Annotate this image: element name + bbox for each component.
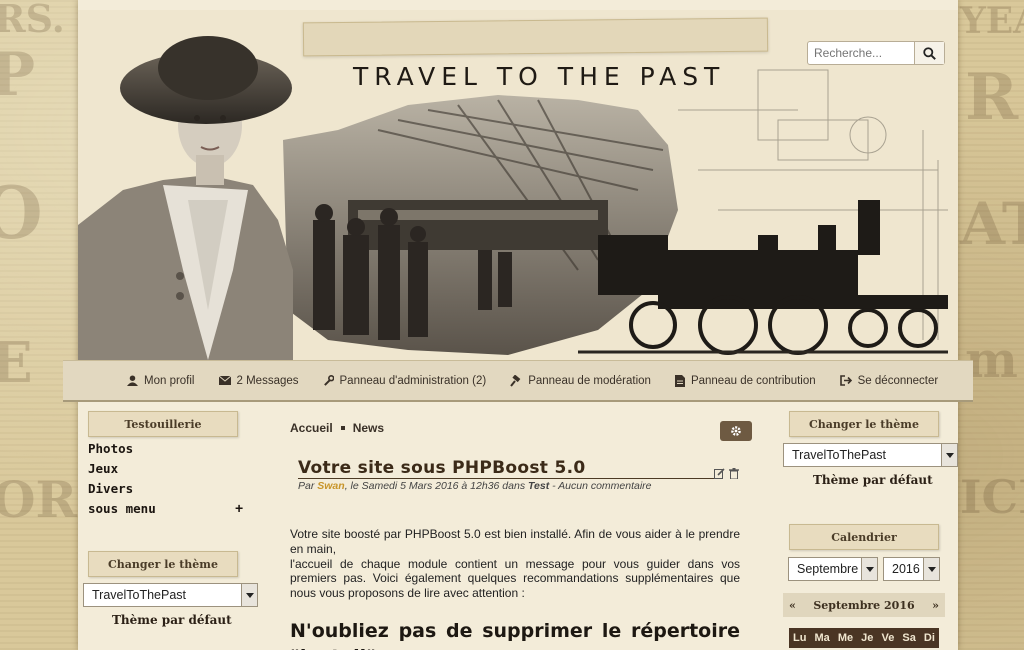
search-box xyxy=(807,41,945,65)
sign-out-icon xyxy=(839,375,852,386)
article-meta: Par Swan, le Samedi 5 Mars 2016 à 12h36 … xyxy=(298,480,652,492)
menu-item-sous-menu[interactable]: sous menu xyxy=(88,501,156,516)
module-settings-button[interactable] xyxy=(720,421,752,441)
article-title[interactable]: Votre site sous PHPBoost 5.0 xyxy=(298,458,585,478)
breadcrumb-home[interactable]: Accueil xyxy=(290,421,333,435)
article-actions xyxy=(714,466,739,484)
meta-date: , le Samedi 5 Mars 2016 à 12h36 dans xyxy=(344,480,528,492)
meta-prefix: Par xyxy=(298,480,318,492)
chevron-down-icon xyxy=(923,558,939,580)
file-icon xyxy=(674,374,685,387)
nav-moderation-panel[interactable]: Panneau de modération xyxy=(510,374,651,387)
search-button[interactable] xyxy=(914,42,944,64)
trash-icon[interactable] xyxy=(729,466,739,484)
background-text: OR xyxy=(0,470,78,529)
background-text: R xyxy=(965,60,1019,135)
expand-submenu-toggle[interactable]: + xyxy=(235,500,243,516)
gear-icon xyxy=(731,426,741,436)
right-theme-title: Changer le thème xyxy=(789,411,939,437)
title-tape xyxy=(302,17,769,57)
weekday-label: Me xyxy=(837,632,854,644)
article-category-link[interactable]: Test xyxy=(528,480,549,492)
calendar-month-select[interactable]: Septembre xyxy=(788,557,878,581)
chevron-down-icon xyxy=(241,584,257,606)
chevron-down-icon xyxy=(941,444,957,466)
left-theme-select[interactable]: TravelToThePast xyxy=(83,583,258,607)
site-header: TRAVEL TO THE PAST xyxy=(78,10,958,360)
nav-logout-label: Se déconnecter xyxy=(857,374,939,387)
left-default-theme-link[interactable]: Thème par défaut xyxy=(112,613,232,627)
chevron-down-icon xyxy=(861,558,877,580)
calendar-header: « Septembre 2016 » xyxy=(783,593,945,617)
weekday-label: Ma xyxy=(814,632,830,644)
background-text: YEA xyxy=(960,0,1024,42)
calendar-year-value: 2016 xyxy=(892,562,920,576)
left-theme-title: Changer le thème xyxy=(88,551,238,577)
nav-contribution-label: Panneau de contribution xyxy=(690,374,816,387)
nav-admin-label: Panneau d'administration (2) xyxy=(339,374,487,387)
left-theme-select-value: TravelToThePast xyxy=(92,588,187,602)
background-text: AT xyxy=(960,190,1024,258)
background-text: P xyxy=(0,40,36,110)
search-icon xyxy=(923,46,936,60)
weekday-label: Ve xyxy=(881,632,895,644)
breadcrumb-separator xyxy=(340,426,345,430)
article-heading: N'oubliez pas de supprimer le répertoire… xyxy=(290,620,740,650)
article-author-link[interactable]: Swan xyxy=(317,480,344,492)
user-navbar: Mon profil 2 Messages Panneau d'administ… xyxy=(63,360,973,402)
calendar-month-label: Septembre 2016 xyxy=(813,598,915,612)
weekday-label: Lu xyxy=(793,632,807,644)
calendar-year-select[interactable]: 2016 xyxy=(883,557,940,581)
calendar-month-value: Septembre xyxy=(797,562,859,576)
background-text: RS. xyxy=(0,0,65,41)
weekday-label: Di xyxy=(923,632,935,644)
breadcrumb-current[interactable]: News xyxy=(353,421,384,435)
meta-comments[interactable]: - Aucun commentaire xyxy=(549,480,651,492)
article-title-rule xyxy=(298,478,716,479)
menu-item-photos[interactable]: Photos xyxy=(88,441,133,456)
right-theme-select[interactable]: TravelToThePast xyxy=(783,443,958,467)
weekday-label: Sa xyxy=(902,632,916,644)
edit-icon[interactable] xyxy=(714,466,725,484)
calendar-prev-button[interactable]: « xyxy=(789,599,796,612)
user-icon xyxy=(127,375,138,386)
calendar-title: Calendrier xyxy=(789,524,939,550)
nav-profile-label: Mon profil xyxy=(144,374,195,387)
background-text: O xyxy=(0,170,43,255)
nav-logout[interactable]: Se déconnecter xyxy=(839,374,939,387)
nav-moderation-label: Panneau de modération xyxy=(528,374,651,387)
weekday-label: Je xyxy=(861,632,874,644)
calendar-next-button[interactable]: » xyxy=(932,599,939,612)
article-paragraph: Votre site boosté par PHPBoost 5.0 est b… xyxy=(290,527,740,556)
menu-title: Testouillerie xyxy=(88,411,238,437)
menu-item-jeux[interactable]: Jeux xyxy=(88,461,118,476)
site-title: TRAVEL TO THE PAST xyxy=(353,62,726,91)
nav-messages[interactable]: 2 Messages xyxy=(218,374,299,387)
envelope-icon xyxy=(218,376,231,385)
nav-contribution-panel[interactable]: Panneau de contribution xyxy=(674,374,816,387)
gavel-icon xyxy=(510,374,522,387)
article-paragraph: l'accueil de chaque module contient un m… xyxy=(290,556,740,601)
nav-profile[interactable]: Mon profil xyxy=(127,375,195,387)
right-default-theme-link[interactable]: Thème par défaut xyxy=(813,473,933,487)
breadcrumb: Accueil News xyxy=(290,421,384,435)
wrench-icon xyxy=(323,375,334,386)
search-input[interactable] xyxy=(808,42,914,64)
page-container: TRAVEL TO THE PAST Mon profil 2 Messages… xyxy=(63,0,973,650)
background-text: ICI xyxy=(960,470,1024,524)
background-text: E xyxy=(0,330,33,396)
calendar-weekdays: Lu Ma Me Je Ve Sa Di xyxy=(789,628,939,648)
menu-item-divers[interactable]: Divers xyxy=(88,481,133,496)
nav-messages-label: 2 Messages xyxy=(236,374,299,387)
right-theme-select-value: TravelToThePast xyxy=(792,448,887,462)
nav-admin-panel[interactable]: Panneau d'administration (2) xyxy=(323,374,487,387)
article-body: Votre site boosté par PHPBoost 5.0 est b… xyxy=(290,527,740,601)
